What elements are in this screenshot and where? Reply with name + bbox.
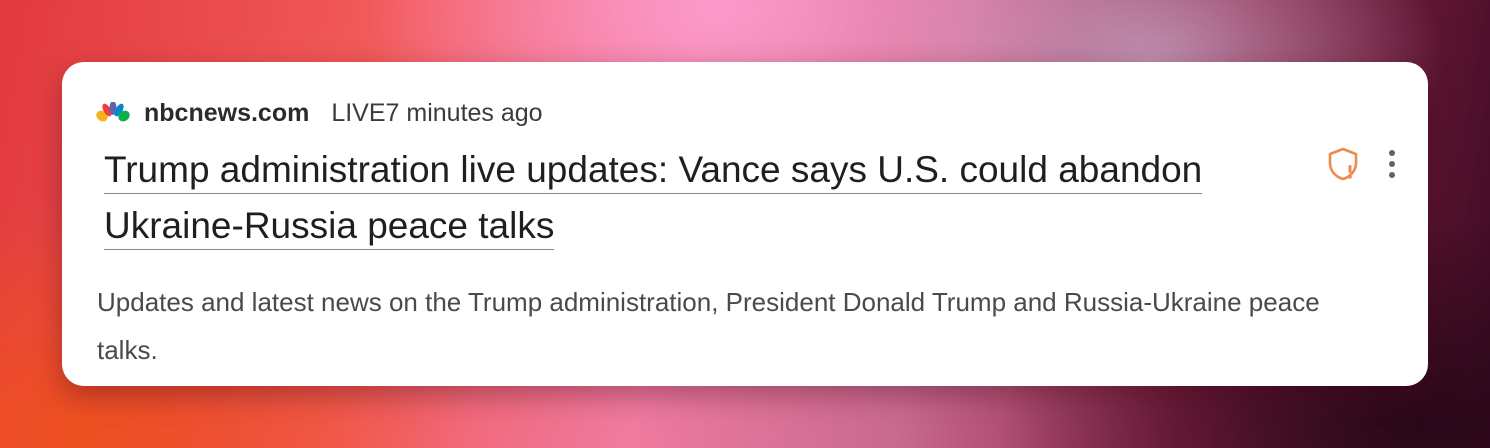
headline-link-line-1[interactable]: Trump administration live updates: Vance… xyxy=(104,149,1203,194)
timestamp: 7 minutes ago xyxy=(385,98,543,127)
source-domain[interactable]: nbcnews.com xyxy=(144,99,309,128)
live-badge: LIVE xyxy=(331,98,386,127)
source-row[interactable]: nbcnews.com LIVE 7 minutes ago xyxy=(96,96,543,130)
result-headline: Trump administration live updates: Vance… xyxy=(104,142,1294,254)
shield-alert-icon[interactable] xyxy=(1326,146,1360,182)
result-meta: LIVE 7 minutes ago xyxy=(331,99,542,128)
search-result-card[interactable]: nbcnews.com LIVE 7 minutes ago Trump adm… xyxy=(62,62,1428,386)
nbc-peacock-logo-icon xyxy=(96,102,130,124)
result-snippet: Updates and latest news on the Trump adm… xyxy=(97,287,1320,365)
more-vertical-icon[interactable] xyxy=(1380,148,1404,180)
headline-link-line-2[interactable]: Ukraine-Russia peace talks xyxy=(104,205,555,250)
